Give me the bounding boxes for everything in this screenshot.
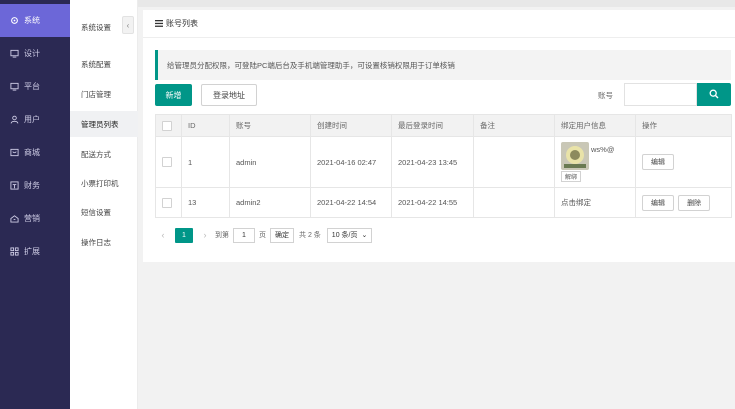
pagination: ‹ 1 › 到第 1 页 确定 共 2 条 10 条/页 ⌄ xyxy=(157,226,373,244)
nav-item-design[interactable]: 设计 xyxy=(0,37,70,70)
table-header-row: ID 账号 创建时间 最后登录时间 备注 绑定用户信息 操作 xyxy=(155,114,732,137)
search-icon xyxy=(709,89,719,101)
cell-id: 13 xyxy=(181,187,230,218)
bind-link[interactable]: 点击绑定 xyxy=(561,198,591,207)
cell-last-login: 2021-04-23 13:45 xyxy=(391,136,474,188)
table-row: 13 admin2 2021-04-22 14:54 2021-04-22 14… xyxy=(155,187,732,218)
header-cell: 操作 xyxy=(635,114,732,137)
row-select[interactable] xyxy=(155,187,182,218)
accounts-table: ID 账号 创建时间 最后登录时间 备注 绑定用户信息 操作 1 admin 2… xyxy=(155,114,732,218)
finance-icon xyxy=(9,181,19,191)
search-label: 账号 xyxy=(598,91,613,100)
cell-actions: 编辑 删除 xyxy=(635,187,732,218)
cell-actions: 编辑 xyxy=(635,136,732,188)
nav-item-system[interactable]: 系统 xyxy=(0,4,70,37)
checkbox[interactable] xyxy=(162,120,172,131)
cell-account: admin xyxy=(229,136,311,188)
nav-item-label: 商城 xyxy=(24,148,40,157)
list-icon xyxy=(155,20,163,27)
header-cell: 创建时间 xyxy=(310,114,392,137)
row-select[interactable] xyxy=(155,136,182,188)
search-input[interactable] xyxy=(624,83,697,106)
header-cell: ID xyxy=(181,114,230,137)
header-cell: 最后登录时间 xyxy=(391,114,474,137)
card-header: 账号列表 xyxy=(143,10,735,38)
submenu-item-operation-log[interactable]: 操作日志 xyxy=(70,229,138,255)
unbind-button[interactable]: 解绑 xyxy=(561,171,582,182)
nav-item-label: 扩展 xyxy=(24,247,40,256)
page-size-select[interactable]: 10 条/页 ⌄ xyxy=(326,227,373,243)
nav-item-shop[interactable]: 商城 xyxy=(0,136,70,169)
header-cell: 备注 xyxy=(473,114,555,137)
chevron-left-icon: ‹ xyxy=(126,20,130,30)
nav-item-label: 财务 xyxy=(24,181,40,190)
page-input[interactable]: 1 xyxy=(233,227,255,243)
submenu-item-store-manage[interactable]: 门店管理 xyxy=(70,81,138,107)
nav-item-label: 营销 xyxy=(24,214,40,223)
header-cell: 绑定用户信息 xyxy=(554,114,636,137)
cell-last-login: 2021-04-22 14:55 xyxy=(391,187,474,218)
chevron-down-icon: ⌄ xyxy=(361,232,368,239)
header-cell: 账号 xyxy=(229,114,311,137)
cell-bind-info: 解绑 ws%@ xyxy=(554,136,636,188)
checkbox[interactable] xyxy=(162,157,172,167)
login-url-button[interactable]: 登录地址 xyxy=(201,84,257,106)
collapse-button[interactable]: ‹ xyxy=(122,16,134,34)
cell-created: 2021-04-22 14:54 xyxy=(310,187,392,218)
submenu-item-delivery[interactable]: 配送方式 xyxy=(70,141,138,167)
sub-menu: 系统设置 系统配置 门店管理 管理员列表 配送方式 小票打印机 短信设置 操作日… xyxy=(70,0,138,409)
table-row: 1 admin 2021-04-16 02:47 2021-04-23 13:4… xyxy=(155,136,732,188)
gear-icon xyxy=(9,16,19,26)
monitor-icon xyxy=(9,82,19,92)
goto-label: 到第 xyxy=(215,232,229,239)
grid-icon xyxy=(9,247,19,257)
delete-button[interactable]: 删除 xyxy=(678,194,711,211)
avatar xyxy=(561,142,589,170)
nav-item-label: 平台 xyxy=(24,82,40,91)
main-nav: 系统 设计 平台 用户 商城 财务 营销 扩展 xyxy=(0,0,70,409)
monitor-icon xyxy=(9,49,19,59)
page-unit: 页 xyxy=(259,232,266,239)
current-page[interactable]: 1 xyxy=(175,227,193,243)
nav-item-platform[interactable]: 平台 xyxy=(0,70,70,103)
next-page-icon[interactable]: › xyxy=(199,230,211,240)
page-title: 账号列表 xyxy=(166,19,198,28)
bound-user-name: ws%@ xyxy=(591,145,615,154)
edit-button[interactable]: 编辑 xyxy=(642,154,674,170)
nav-item-finance[interactable]: 财务 xyxy=(0,169,70,202)
nav-item-marketing[interactable]: 营销 xyxy=(0,202,70,235)
add-button[interactable]: 新增 xyxy=(155,84,192,106)
shop-icon xyxy=(9,148,19,158)
checkbox[interactable] xyxy=(162,197,172,208)
nav-item-users[interactable]: 用户 xyxy=(0,103,70,136)
search-button[interactable] xyxy=(697,83,731,106)
top-strip xyxy=(138,0,735,7)
submenu-item-receipt-printer[interactable]: 小票打印机 xyxy=(70,170,138,196)
nav-item-label: 用户 xyxy=(24,115,40,124)
marketing-icon xyxy=(9,214,19,224)
user-icon xyxy=(9,115,19,125)
tip-banner: 给管理员分配权限，可登陆PC端后台及手机端管理助手，可设置核销权限用于订单核销 xyxy=(155,50,731,80)
submenu-item-system-config[interactable]: 系统配置 xyxy=(70,51,138,77)
cell-created: 2021-04-16 02:47 xyxy=(310,136,392,188)
confirm-button[interactable]: 确定 xyxy=(270,227,294,243)
cell-account: admin2 xyxy=(229,187,311,218)
nav-item-extend[interactable]: 扩展 xyxy=(0,235,70,268)
page-size-value: 10 条/页 xyxy=(331,232,358,239)
header-select-all[interactable] xyxy=(155,114,182,137)
prev-page-icon[interactable]: ‹ xyxy=(157,230,169,240)
submenu-item-sms[interactable]: 短信设置 xyxy=(70,199,138,225)
cell-note xyxy=(473,187,555,218)
cell-id: 1 xyxy=(181,136,230,188)
edit-button[interactable]: 编辑 xyxy=(642,194,674,211)
nav-item-label: 系统 xyxy=(24,16,40,25)
cell-bind-info: 点击绑定 xyxy=(554,187,636,218)
nav-item-label: 设计 xyxy=(24,49,40,58)
total-count: 共 2 条 xyxy=(299,232,321,239)
content-card: 账号列表 给管理员分配权限，可登陆PC端后台及手机端管理助手，可设置核销权限用于… xyxy=(143,10,735,262)
submenu-item-admin-list[interactable]: 管理员列表 xyxy=(70,111,138,137)
cell-note xyxy=(473,136,555,188)
tip-text: 给管理员分配权限，可登陆PC端后台及手机端管理助手，可设置核销权限用于订单核销 xyxy=(167,60,455,70)
